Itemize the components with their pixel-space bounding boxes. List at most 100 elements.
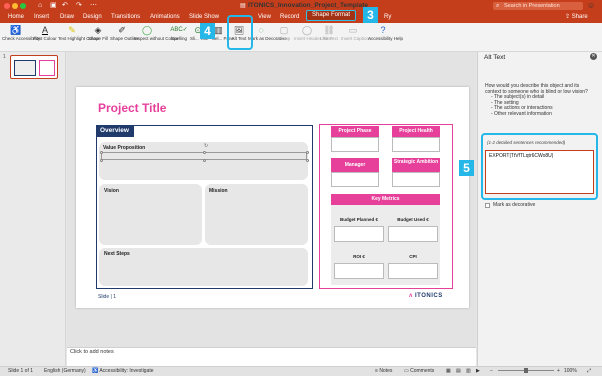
status-bar [0,366,602,376]
shape-fill-button[interactable]: ◈ Shape Fill [87,23,109,52]
redo-icon[interactable]: ↷ [76,1,82,11]
resize-handle[interactable] [203,150,206,154]
normal-view-icon[interactable]: ▦ [446,366,451,376]
ribbon-label: Inspect without Colour [134,36,179,41]
next-steps-card[interactable] [99,248,308,286]
roi-label: ROI € [353,254,365,259]
zoom-in-icon[interactable]: + [557,366,560,376]
slide-sorter-icon[interactable]: ▤ [456,366,461,376]
resize-handle[interactable] [99,150,103,154]
zoom-level[interactable]: 100% [564,366,577,376]
notes-toggle[interactable]: ≡ Notes [375,366,392,376]
tab-slide-show[interactable]: Slide Show [189,12,219,23]
vision-label: Vision [104,188,119,194]
thumbnail-number: 1 [3,54,6,60]
alt-bullet: - Other relevant information [491,110,552,117]
shape-outline-icon: ✐ [118,25,126,35]
fit-to-window-icon[interactable]: ⤢ [587,366,591,376]
minimize-window-button[interactable] [12,3,18,9]
zoom-out-icon[interactable]: − [490,366,493,376]
project-health-cell[interactable] [392,137,440,152]
undo-icon[interactable]: ↶ [62,1,68,11]
save-icon[interactable]: ▣ [50,1,57,11]
resize-handle[interactable] [203,158,206,162]
slideshow-icon[interactable]: ▶ [476,366,480,376]
ribbon-label: Font Colour [33,36,57,41]
tab-record[interactable]: Record [280,12,299,23]
tab-insert[interactable]: Insert [34,12,49,23]
home-icon[interactable]: ⌂ [38,1,42,11]
slide-title[interactable]: Project Title [98,101,166,115]
thumb-overview [14,60,36,76]
shape-outline-button[interactable]: ✐ Shape Outline [110,23,139,52]
font-colour-button[interactable]: A Font Colour [32,23,58,52]
ribbon-label: Shape Outline [110,36,139,41]
cpi-cell[interactable] [388,263,438,279]
tab-design[interactable]: Design [83,12,102,23]
insert-header-row-button[interactable]: ◯ Insert Header Row [294,23,332,52]
inspect-icon: ◯ [141,25,153,35]
notes-toggle-label: Notes [379,368,393,374]
reading-view-icon[interactable]: ▥ [466,366,471,376]
font-colour-icon: A [41,25,48,35]
status-language[interactable]: English (Germany) [44,366,86,376]
alt-text-highlight [227,15,253,50]
more-icon[interactable]: ⋯ [90,1,97,11]
comments-toggle[interactable]: ▭ Comments [404,366,434,376]
spelling-button[interactable]: ABC✓ Spelling [168,23,190,52]
zoom-window-button[interactable] [20,3,26,9]
resize-handle[interactable] [99,158,103,162]
text-highlight-button[interactable]: ✎ Text Highlight Colour [58,23,100,52]
share-button[interactable]: ⇪ Share [565,12,588,23]
share-icon: ⇪ [565,14,572,20]
budget-planned-cell[interactable] [334,226,384,242]
check-accessibility-button[interactable]: ♿ Check Accessibility [2,23,40,52]
rotate-handle-icon[interactable]: ↻ [204,143,208,149]
strategic-ambition-cell[interactable] [392,172,440,187]
ribbon-label: Insert Captions [341,36,372,41]
close-window-button[interactable] [4,3,10,9]
alt-input-highlight [481,133,598,200]
resize-handle[interactable] [305,158,309,162]
tab-draw[interactable]: Draw [60,12,74,23]
tab-review[interactable]: Ry [384,12,391,23]
roi-cell[interactable] [334,263,384,279]
slide-thumbnail[interactable] [10,55,58,79]
project-phase-header: Project Phase [331,126,379,137]
user-icon[interactable]: ☺ [587,1,595,11]
close-icon[interactable]: ✕ [590,53,597,60]
status-accessibility[interactable]: ♿ Accessibility: Investigate [92,366,154,376]
project-phase-cell[interactable] [331,137,379,152]
overview-label: Overview [96,125,134,137]
inspect-without-colour-button[interactable]: ◯ Inspect without Colour [134,23,179,52]
logo-mark: ʌ [409,293,413,299]
help-icon: ? [380,25,386,35]
tab-shape-format[interactable]: Shape Format [306,10,357,21]
status-slide-count: Slide 1 of 1 [8,368,34,374]
budget-used-cell[interactable] [388,226,438,242]
mark-decorative-checkbox[interactable] [485,203,490,208]
search-field[interactable]: Search in Presentation [493,2,583,10]
notes-pane[interactable] [67,347,476,366]
group-icon: ▢ [279,25,289,35]
tab-transitions[interactable]: Transitions [111,12,140,23]
zoom-slider-thumb[interactable] [524,368,528,373]
ribbon-label: Shape Fill [87,36,108,41]
budget-planned-label: Budget Planned € [339,217,378,222]
link-text-button[interactable]: ⛓ Link Text [320,23,338,52]
alt-text-instructions: How would you describe this object and i… [485,83,595,117]
tab-view[interactable]: View [258,12,271,23]
comments-toggle-label: Comments [410,368,435,374]
resize-handle[interactable] [305,150,309,154]
cpi-label: CPI [409,254,417,259]
manager-cell[interactable] [331,172,379,187]
itonics-logo: ʌ ITONICS [409,293,443,299]
tab-home[interactable]: Home [8,12,24,23]
group-button[interactable]: ▢ Group [274,23,294,52]
insert-captions-button[interactable]: ▭ Insert Captions [341,23,372,52]
header-row-icon: ◯ [301,25,313,35]
accessibility-help-button[interactable]: ? Accessibility Help [368,23,403,52]
ribbon-label: Group [277,36,291,41]
tab-animations[interactable]: Animations [150,12,180,23]
accessibility-check-icon: ♿ [10,25,22,35]
